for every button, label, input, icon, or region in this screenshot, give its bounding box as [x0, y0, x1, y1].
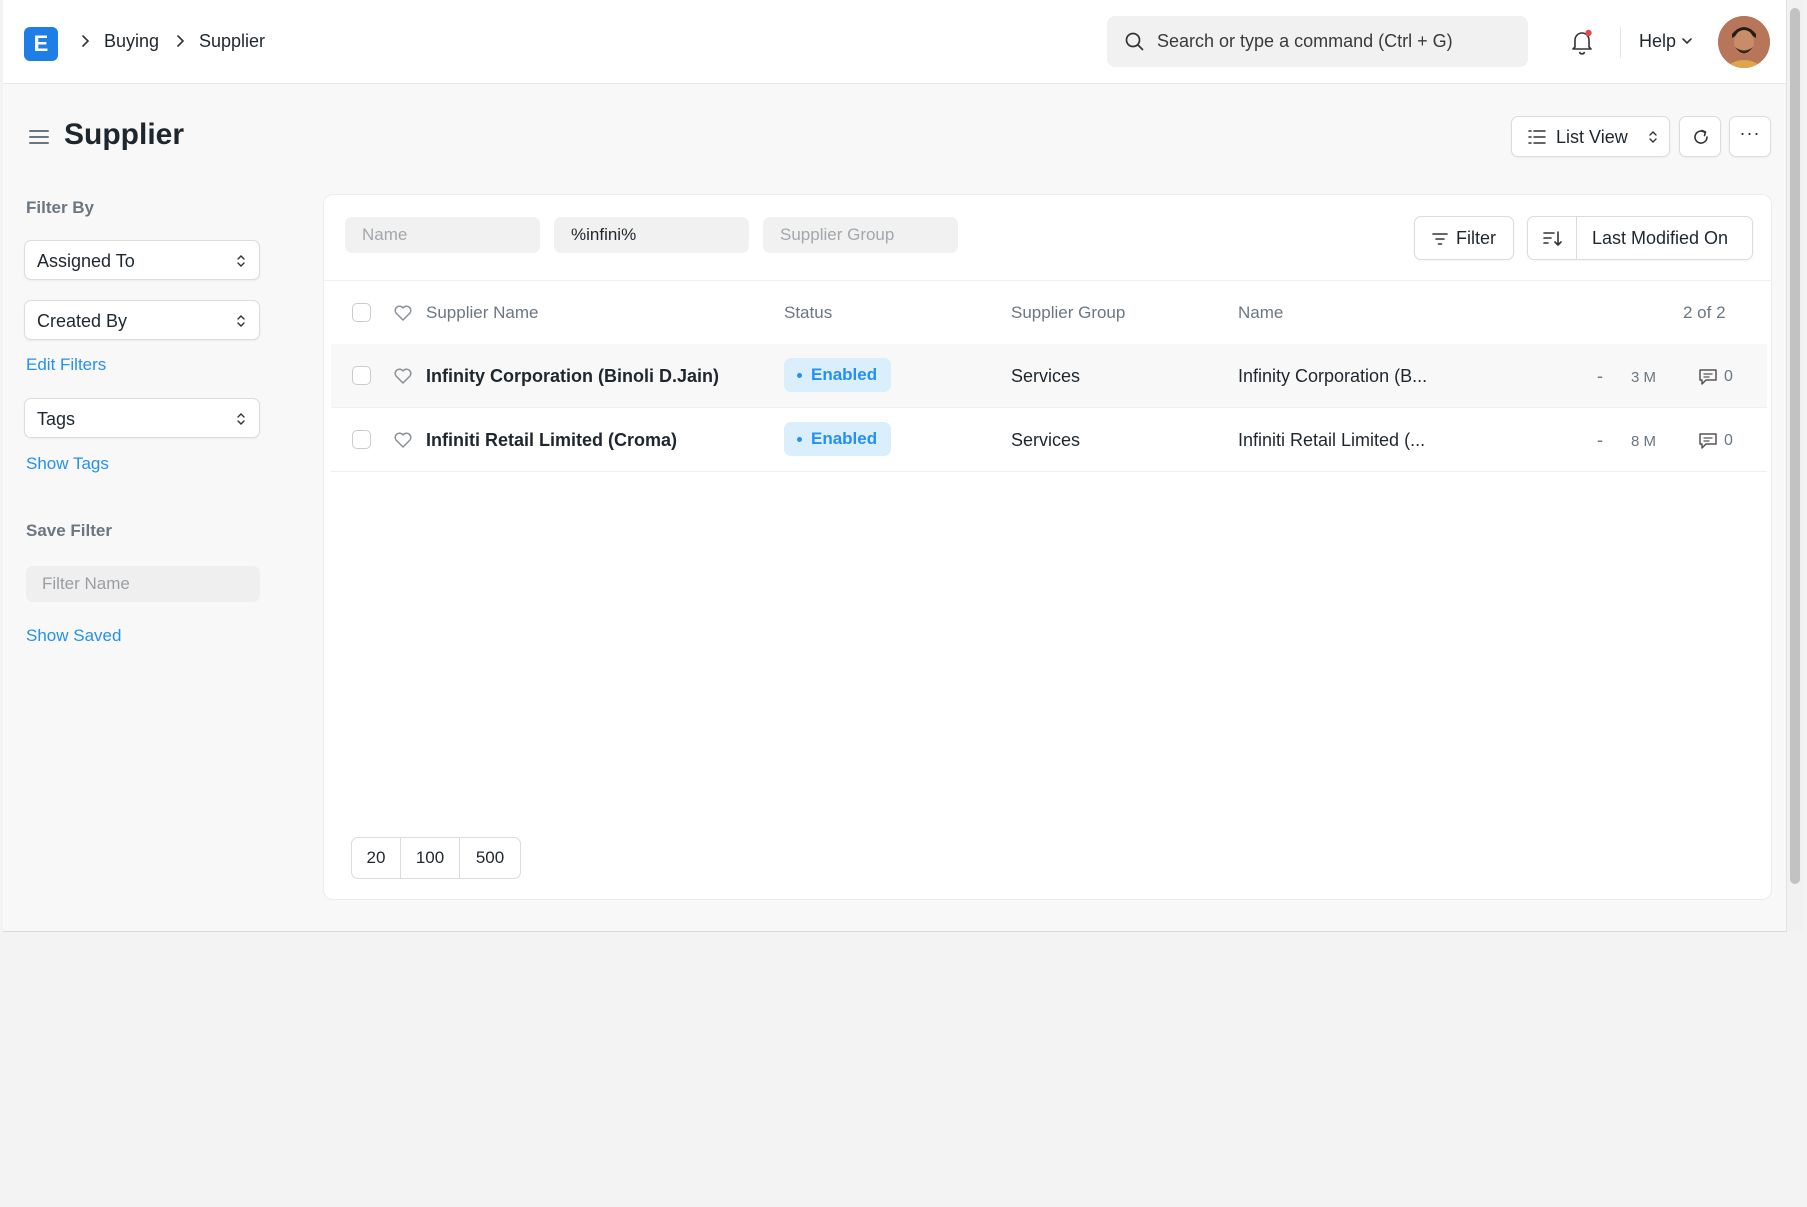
column-supplier-name[interactable]: Supplier Name — [426, 302, 538, 324]
column-status[interactable]: Status — [784, 302, 832, 324]
name-filter-input[interactable] — [345, 217, 540, 253]
app-window: E Buying Supplier Help Suppli — [3, 0, 1787, 932]
status-badge[interactable]: Enabled — [784, 358, 892, 392]
status-label: Enabled — [811, 365, 878, 384]
assigned-placeholder: - — [1597, 366, 1603, 386]
help-dropdown[interactable]: Help — [1639, 30, 1676, 52]
status-dot-icon — [797, 437, 802, 443]
show-saved-link[interactable]: Show Saved — [26, 625, 121, 647]
created-by-label: Created By — [37, 311, 128, 331]
assigned-placeholder: - — [1597, 430, 1603, 450]
heart-icon[interactable] — [393, 304, 413, 322]
row-checkbox[interactable] — [352, 366, 371, 385]
status-dot-icon — [797, 373, 802, 379]
page-length-100-button[interactable]: 100 — [400, 837, 460, 879]
page-length-20-button[interactable]: 20 — [351, 837, 401, 879]
supplier-name-link[interactable]: Infiniti Retail Limited (Croma) — [426, 429, 677, 451]
search-filter-input[interactable] — [554, 217, 749, 253]
comment-icon[interactable] — [1698, 368, 1718, 386]
navbar-divider — [1620, 26, 1621, 58]
record-count: 2 of 2 — [1683, 303, 1726, 322]
list-icon — [1528, 130, 1546, 144]
select-arrows-icon — [237, 255, 245, 267]
chevron-right-icon — [82, 35, 90, 47]
filter-by-heading: Filter By — [26, 198, 95, 217]
column-supplier-group[interactable]: Supplier Group — [1011, 302, 1125, 324]
navbar: E Buying Supplier Help — [3, 0, 1786, 84]
status-label: Enabled — [811, 429, 878, 448]
comment-icon[interactable] — [1698, 432, 1718, 450]
modified-age: 8 M — [1631, 433, 1657, 450]
breadcrumb-supplier[interactable]: Supplier — [199, 30, 265, 52]
divider — [324, 280, 1771, 281]
supplier-group-filter-input[interactable] — [763, 217, 958, 253]
refresh-icon — [1694, 129, 1708, 144]
name-cell[interactable]: Infiniti Retail Limited (... — [1238, 429, 1425, 451]
tags-select[interactable]: Tags — [24, 398, 260, 438]
sort-selector[interactable]: Last Modified On — [1527, 216, 1753, 260]
supplier-name-link[interactable]: Infinity Corporation (Binoli D.Jain) — [426, 365, 719, 387]
comment-count: 0 — [1724, 368, 1733, 385]
sort-field-label[interactable]: Last Modified On — [1592, 227, 1728, 249]
ellipsis-icon: ··· — [1739, 123, 1761, 143]
search-icon — [1125, 32, 1144, 51]
filter-button-label: Filter — [1456, 228, 1496, 248]
page-length-500-button[interactable]: 500 — [459, 837, 521, 879]
select-arrows-icon — [237, 315, 245, 327]
reload-button[interactable] — [1679, 116, 1721, 157]
row-checkbox[interactable] — [352, 430, 371, 449]
heart-icon[interactable] — [393, 431, 413, 449]
status-badge[interactable]: Enabled — [784, 422, 892, 456]
sort-descending-icon — [1543, 231, 1562, 246]
column-name[interactable]: Name — [1238, 302, 1283, 324]
select-arrows-icon — [237, 413, 245, 425]
list-view-label: List View — [1556, 127, 1628, 147]
filter-icon — [1432, 233, 1448, 245]
page-title: Supplier — [64, 118, 185, 151]
sidebar-toggle-icon[interactable] — [28, 126, 50, 148]
assigned-to-select[interactable]: Assigned To — [24, 240, 260, 280]
name-cell[interactable]: Infinity Corporation (B... — [1238, 365, 1427, 387]
tags-label: Tags — [37, 409, 76, 429]
breadcrumb-buying[interactable]: Buying — [104, 30, 159, 52]
sort-order-button[interactable] — [1528, 217, 1577, 259]
assigned-to-label: Assigned To — [37, 251, 135, 271]
filter-name-input[interactable] — [26, 566, 260, 602]
select-all-checkbox[interactable] — [352, 303, 371, 322]
modified-age: 3 M — [1631, 369, 1657, 386]
edit-filters-link[interactable]: Edit Filters — [26, 354, 106, 376]
notification-bell-icon[interactable] — [1569, 28, 1595, 56]
scrollbar-thumb[interactable] — [1790, 8, 1800, 884]
more-actions-button[interactable]: ··· — [1729, 116, 1771, 157]
show-tags-link[interactable]: Show Tags — [26, 453, 109, 475]
user-avatar[interactable] — [1718, 16, 1770, 68]
supplier-group-cell[interactable]: Services — [1011, 365, 1080, 387]
chevron-down-icon[interactable] — [1680, 35, 1694, 47]
list-card: Filter Last Modified On Supplier Name St… — [323, 194, 1772, 900]
comment-count: 0 — [1724, 432, 1733, 449]
app-logo[interactable]: E — [24, 27, 58, 61]
filter-button[interactable]: Filter — [1414, 216, 1514, 260]
table-row[interactable]: Infinity Corporation (Binoli D.Jain) Ena… — [331, 344, 1767, 408]
search-input[interactable] — [1157, 16, 1517, 67]
chevron-right-icon — [177, 35, 185, 47]
save-filter-heading: Save Filter — [26, 521, 112, 540]
heart-icon[interactable] — [393, 367, 413, 385]
list-view-button[interactable]: List View — [1511, 116, 1670, 157]
select-arrows-icon — [1649, 131, 1657, 143]
table-row[interactable]: Infiniti Retail Limited (Croma) Enabled … — [331, 408, 1767, 472]
created-by-select[interactable]: Created By — [24, 300, 260, 340]
supplier-group-cell[interactable]: Services — [1011, 429, 1080, 451]
awesomebar[interactable] — [1107, 16, 1528, 67]
user-portrait — [1718, 16, 1770, 68]
